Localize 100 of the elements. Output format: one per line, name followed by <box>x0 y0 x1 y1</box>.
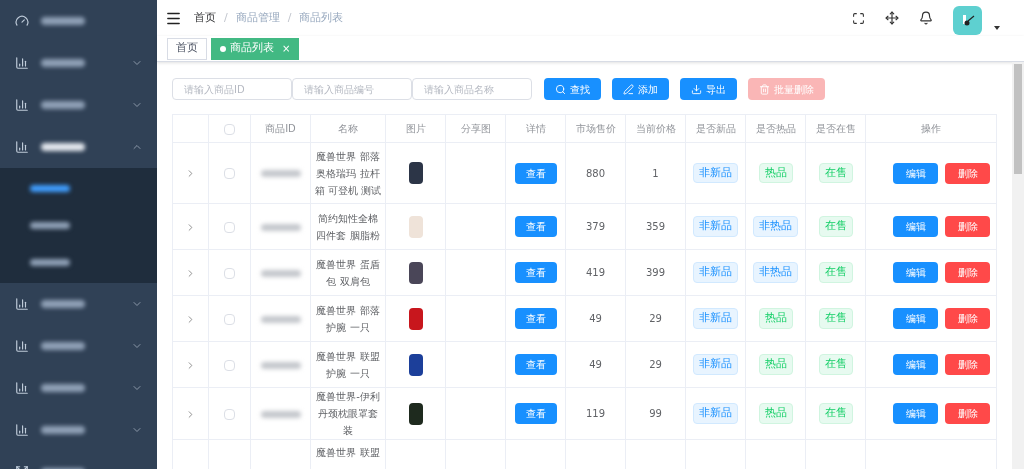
scrollbar[interactable] <box>1012 62 1024 469</box>
product-photo-placeholder <box>408 402 423 425</box>
submenu-item[interactable] <box>30 259 70 266</box>
bar-chart-icon <box>15 339 29 353</box>
trash-icon <box>759 83 770 95</box>
edit-button[interactable]: 编辑 <box>893 354 938 375</box>
edit-button[interactable]: 编辑 <box>893 216 938 237</box>
row-checkbox[interactable] <box>224 408 235 420</box>
column-header: 当前价格 <box>625 114 686 143</box>
status-tag: 热品 <box>758 308 793 329</box>
breadcrumb-item[interactable]: 首页 <box>194 9 216 27</box>
edit-button[interactable]: 编辑 <box>893 262 938 283</box>
breadcrumb-item[interactable]: 商品管理 <box>235 9 280 27</box>
delete-button[interactable]: 删除 <box>945 308 990 329</box>
product-photo-placeholder <box>408 215 423 238</box>
page-tab[interactable]: 首页 <box>167 37 207 60</box>
search-field[interactable]: 请输入商品编号 <box>292 78 412 100</box>
pen-icon <box>623 83 634 95</box>
delete-button[interactable]: 删除 <box>945 354 990 375</box>
submenu-item[interactable] <box>30 185 70 192</box>
market-price: 880 <box>585 167 606 179</box>
column-header: 详情 <box>505 114 566 143</box>
submenu-item[interactable] <box>30 222 70 229</box>
status-tag: 在售 <box>818 354 853 375</box>
redacted-id <box>260 269 301 277</box>
status-tag: 非新品 <box>693 354 738 375</box>
toolbar-button[interactable]: 导出 <box>680 78 737 100</box>
column-header: 商品ID <box>250 114 311 143</box>
bar-chart-icon <box>15 140 29 154</box>
product-photo-placeholder <box>408 307 423 330</box>
row-checkbox[interactable] <box>224 359 235 371</box>
redacted-id <box>260 315 301 323</box>
bar-chart-icon <box>15 56 29 70</box>
page-tab[interactable]: 商品列表 × <box>211 37 300 60</box>
redacted-id <box>260 170 301 177</box>
search-field[interactable]: 请输入商品名称 <box>412 78 532 100</box>
download-icon <box>691 83 702 95</box>
current-price: 99 <box>649 408 662 419</box>
redacted-label <box>41 342 85 350</box>
redacted-id <box>260 223 301 231</box>
view-button[interactable]: 查看 <box>514 162 557 184</box>
market-price: 419 <box>585 267 606 278</box>
search-field[interactable]: 请输入商品ID <box>172 78 292 100</box>
delete-button[interactable]: 删除 <box>945 403 990 424</box>
delete-button[interactable]: 删除 <box>945 216 990 237</box>
edit-button[interactable]: 编辑 <box>893 308 938 329</box>
market-price: 49 <box>589 359 602 370</box>
current-price: 359 <box>645 221 666 232</box>
toolbar-button[interactable]: 添加 <box>612 78 669 100</box>
view-button[interactable]: 查看 <box>514 216 557 237</box>
status-tag: 热品 <box>758 162 793 184</box>
redacted-label <box>41 300 85 308</box>
tab-label: 商品列表 <box>230 40 274 57</box>
caret-icon[interactable] <box>994 26 1000 30</box>
dashboard-icon <box>15 14 29 28</box>
fullscreen-icon[interactable] <box>852 11 865 25</box>
column-header: 是否热品 <box>745 114 806 143</box>
toolbar-button[interactable]: 查找 <box>544 78 601 100</box>
current-price: 399 <box>645 267 666 278</box>
product-photo-placeholder <box>408 162 423 184</box>
delete-button[interactable]: 删除 <box>945 162 990 184</box>
product-name: 魔兽世界 联盟护腕 一只 <box>315 349 381 381</box>
status-tag: 在售 <box>818 403 853 424</box>
view-button[interactable]: 查看 <box>514 403 557 424</box>
column-header: 市场售价 <box>565 114 626 143</box>
column-header: 是否在售 <box>805 114 866 143</box>
status-tag: 非热品 <box>753 262 798 283</box>
redacted-label <box>41 143 85 151</box>
product-name: 魔兽世界 蛋盾包 双肩包 <box>315 257 381 289</box>
breadcrumb-item: 商品列表 <box>299 9 344 26</box>
edit-button[interactable]: 编辑 <box>893 403 938 424</box>
column-header: 分享图 <box>445 114 506 143</box>
select-all-checkbox[interactable] <box>224 123 235 135</box>
scrollbar-thumb[interactable] <box>1014 64 1022 174</box>
close-icon[interactable]: × <box>282 41 291 56</box>
view-button[interactable]: 查看 <box>514 354 557 375</box>
row-checkbox[interactable] <box>224 267 235 279</box>
bar-chart-icon <box>15 423 29 437</box>
edit-button[interactable]: 编辑 <box>893 162 938 184</box>
avatar[interactable] <box>953 5 982 35</box>
row-checkbox[interactable] <box>224 313 235 325</box>
redacted-label <box>41 426 85 434</box>
notification-icon[interactable] <box>919 11 933 25</box>
view-button[interactable]: 查看 <box>514 262 557 283</box>
bar-chart-icon <box>15 98 29 112</box>
breadcrumb-separator: / <box>287 9 292 26</box>
status-tag: 在售 <box>818 216 853 237</box>
bar-chart-icon <box>15 297 29 311</box>
row-checkbox[interactable] <box>224 168 235 179</box>
status-tag: 非新品 <box>693 308 738 329</box>
column-header: 图片 <box>385 114 446 143</box>
row-checkbox[interactable] <box>224 221 235 233</box>
product-name: 魔兽世界 联盟 <box>315 446 381 460</box>
delete-button[interactable]: 删除 <box>945 262 990 283</box>
move-icon[interactable] <box>885 11 899 25</box>
redacted-id <box>260 410 301 418</box>
product-photo-placeholder <box>408 261 423 284</box>
status-tag: 非新品 <box>693 216 738 237</box>
view-button[interactable]: 查看 <box>514 308 557 329</box>
product-name: 魔兽世界 部落护腕 一只 <box>315 303 381 335</box>
